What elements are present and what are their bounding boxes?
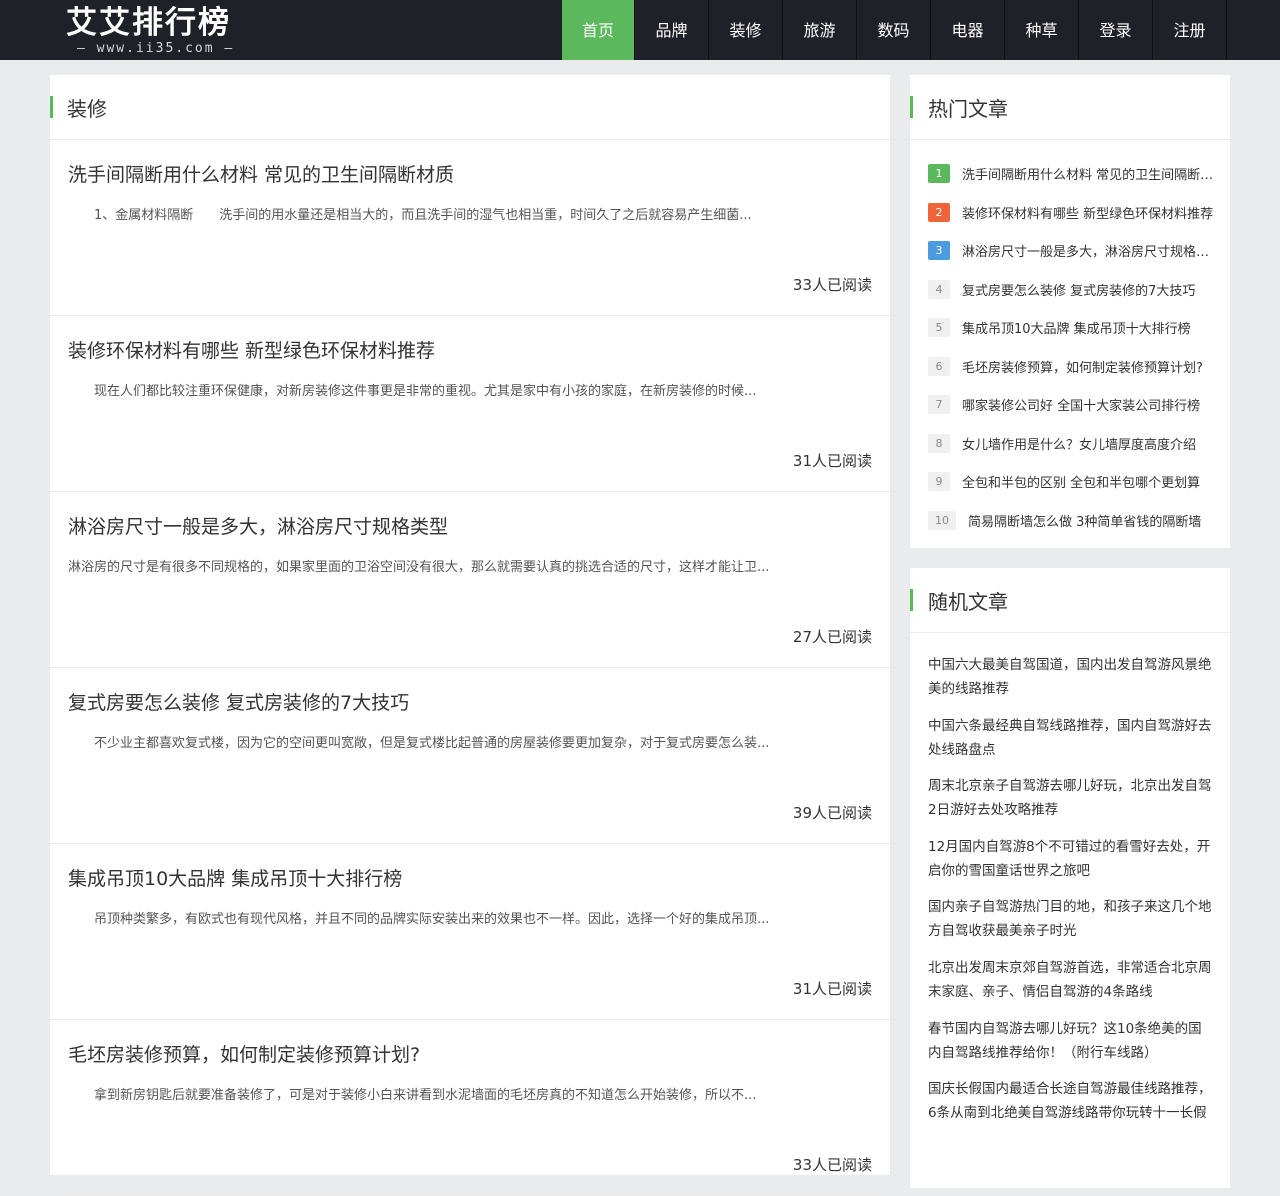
nav-item-recommend[interactable]: 种草 <box>1005 0 1079 60</box>
section-header: 热门文章 <box>910 75 1230 140</box>
main-nav: 首页 品牌 装修 旅游 数码 电器 种草 登录 注册 <box>562 0 1227 60</box>
hot-list-item[interactable]: 1 洗手间隔断用什么材料 常见的卫生间隔断材质 <box>910 154 1230 193</box>
hot-item-link[interactable]: 哪家装修公司好 全国十大家装公司排行榜 <box>962 395 1214 414</box>
hot-section-title: 热门文章 <box>928 97 1008 121</box>
read-count: 33人已阅读 <box>792 1156 872 1174</box>
section-header: 随机文章 <box>910 568 1230 633</box>
nav-item-login[interactable]: 登录 <box>1079 0 1153 60</box>
article-item: 集成吊顶10大品牌 集成吊顶十大排行榜 吊顶种类繁多，有欧式也有现代风格，并且不… <box>50 844 890 1020</box>
nav-item-digital[interactable]: 数码 <box>857 0 931 60</box>
hot-item-link[interactable]: 简易隔断墙怎么做 3种简单省钱的隔断墙 <box>968 511 1214 530</box>
random-item-link[interactable]: 北京出发周末京郊自驾游首选，非常适合北京周末家庭、亲子、情侣自驾游的4条路线 <box>928 956 1212 1004</box>
hot-articles-panel: 热门文章 1 洗手间隔断用什么材料 常见的卫生间隔断材质 2 装修环保材料有哪些… <box>910 75 1230 548</box>
rank-badge: 7 <box>928 395 950 414</box>
hot-list-item[interactable]: 5 集成吊顶10大品牌 集成吊顶十大排行榜 <box>910 308 1230 347</box>
hot-item-link[interactable]: 复式房要怎么装修 复式房装修的7大技巧 <box>962 280 1214 299</box>
read-count: 31人已阅读 <box>792 452 872 470</box>
hot-list-item[interactable]: 2 装修环保材料有哪些 新型绿色环保材料推荐 <box>910 193 1230 232</box>
rank-badge: 8 <box>928 433 950 453</box>
random-item-link[interactable]: 国内亲子自驾游热门目的地，和孩子来这几个地方自驾收获最美亲子时光 <box>928 895 1212 943</box>
section-header: 装修 <box>50 75 890 140</box>
hot-item-link[interactable]: 全包和半包的区别 全包和半包哪个更划算 <box>962 472 1214 491</box>
hot-item-link[interactable]: 装修环保材料有哪些 新型绿色环保材料推荐 <box>962 203 1214 222</box>
article-item: 洗手间隔断用什么材料 常见的卫生间隔断材质 1、金属材料隔断 洗手间的用水量还是… <box>50 140 890 316</box>
article-title-link[interactable]: 洗手间隔断用什么材料 常见的卫生间隔断材质 <box>68 160 454 187</box>
nav-item-brand[interactable]: 品牌 <box>635 0 709 60</box>
random-articles-panel: 随机文章 中国六大最美自驾国道，国内出发自驾游风景绝美的线路推荐 中国六条最经典… <box>910 568 1230 1188</box>
hot-item-link[interactable]: 集成吊顶10大品牌 集成吊顶十大排行榜 <box>962 318 1214 337</box>
rank-badge: 1 <box>928 164 950 183</box>
rank-badge: 9 <box>928 472 950 491</box>
hot-list-item[interactable]: 9 全包和半包的区别 全包和半包哪个更划算 <box>910 462 1230 501</box>
site-logo[interactable]: 艾艾排行榜 — www.ii35.com — <box>66 4 236 58</box>
nav-item-home[interactable]: 首页 <box>562 0 635 60</box>
logo-url: — www.ii35.com — <box>77 41 235 56</box>
read-count: 33人已阅读 <box>792 276 872 294</box>
read-count: 31人已阅读 <box>792 980 872 998</box>
article-list-panel: 装修 洗手间隔断用什么材料 常见的卫生间隔断材质 1、金属材料隔断 洗手间的用水… <box>50 75 890 1196</box>
nav-item-travel[interactable]: 旅游 <box>783 0 857 60</box>
random-section-title: 随机文章 <box>928 590 1008 614</box>
article-title-link[interactable]: 集成吊顶10大品牌 集成吊顶十大排行榜 <box>68 864 402 891</box>
hot-list-item[interactable]: 6 毛坯房装修预算，如何制定装修预算计划? <box>910 347 1230 386</box>
article-summary: 不少业主都喜欢复式楼，因为它的空间更叫宽敞，但是复式楼比起普通的房屋装修要更加复… <box>68 736 770 751</box>
random-item-link[interactable]: 中国六大最美自驾国道，国内出发自驾游风景绝美的线路推荐 <box>928 653 1212 701</box>
article-summary: 淋浴房的尺寸是有很多不同规格的，如果家里面的卫浴空间没有很大，那么就需要认真的挑… <box>68 560 770 575</box>
nav-item-appliance[interactable]: 电器 <box>931 0 1005 60</box>
top-navbar: 艾艾排行榜 — www.ii35.com — 首页 品牌 装修 旅游 数码 电器… <box>0 0 1280 60</box>
article-title-link[interactable]: 复式房要怎么装修 复式房装修的7大技巧 <box>68 688 409 715</box>
random-item-link[interactable]: 12月国内自驾游8个不可错过的看雪好去处，开启你的雪国童话世界之旅吧 <box>928 835 1212 883</box>
article-item: 毛坯房装修预算，如何制定装修预算计划? 拿到新房钥匙后就要准备装修了，可是对于装… <box>50 1020 890 1196</box>
random-item-link[interactable]: 国庆长假国内最适合长途自驾游最佳线路推荐，6条从南到北绝美自驾游线路带你玩转十一… <box>928 1077 1212 1125</box>
article-summary: 拿到新房钥匙后就要准备装修了，可是对于装修小白来讲看到水泥墙面的毛坯房真的不知道… <box>68 1088 757 1103</box>
hot-item-link[interactable]: 女儿墙作用是什么？女儿墙厚度高度介绍 <box>962 434 1214 453</box>
rank-badge: 6 <box>928 356 950 376</box>
rank-badge: 4 <box>928 279 950 299</box>
article-title-link[interactable]: 淋浴房尺寸一般是多大，淋浴房尺寸规格类型 <box>68 512 448 539</box>
random-item-link[interactable]: 周末北京亲子自驾游去哪儿好玩，北京出发自驾2日游好去处攻略推荐 <box>928 774 1212 822</box>
article-item: 装修环保材料有哪些 新型绿色环保材料推荐 现在人们都比较注重环保健康，对新房装修… <box>50 316 890 492</box>
article-title-link[interactable]: 装修环保材料有哪些 新型绿色环保材料推荐 <box>68 336 435 363</box>
nav-item-decoration[interactable]: 装修 <box>709 0 783 60</box>
hot-list-item[interactable]: 3 淋浴房尺寸一般是多大，淋浴房尺寸规格类型 <box>910 231 1230 270</box>
rank-badge: 5 <box>928 318 950 337</box>
article-summary: 1、金属材料隔断 洗手间的用水量还是相当大的，而且洗手间的湿气也相当重，时间久了… <box>68 208 752 223</box>
rank-badge: 2 <box>928 202 950 222</box>
article-title-link[interactable]: 毛坯房装修预算，如何制定装修预算计划? <box>68 1040 420 1067</box>
read-count: 39人已阅读 <box>792 804 872 822</box>
hot-list-item[interactable]: 4 复式房要怎么装修 复式房装修的7大技巧 <box>910 270 1230 309</box>
logo-text: 艾艾排行榜 <box>66 5 231 41</box>
random-item-link[interactable]: 春节国内自驾游去哪儿好玩？这10条绝美的国内自驾路线推荐给你！（附行车线路） <box>928 1017 1212 1065</box>
hot-item-link[interactable]: 洗手间隔断用什么材料 常见的卫生间隔断材质 <box>962 164 1214 183</box>
article-item: 淋浴房尺寸一般是多大，淋浴房尺寸规格类型 淋浴房的尺寸是有很多不同规格的，如果家… <box>50 492 890 668</box>
hot-list-item[interactable]: 10 简易隔断墙怎么做 3种简单省钱的隔断墙 <box>910 501 1230 540</box>
random-list: 中国六大最美自驾国道，国内出发自驾游风景绝美的线路推荐 中国六条最经典自驾线路推… <box>910 633 1230 1125</box>
hot-list: 1 洗手间隔断用什么材料 常见的卫生间隔断材质 2 装修环保材料有哪些 新型绿色… <box>910 140 1230 539</box>
hot-item-link[interactable]: 毛坯房装修预算，如何制定装修预算计划? <box>962 357 1214 376</box>
nav-item-register[interactable]: 注册 <box>1153 0 1227 60</box>
article-summary: 吊顶种类繁多，有欧式也有现代风格，并且不同的品牌实际安装出来的效果也不一样。因此… <box>68 912 770 927</box>
rank-badge: 3 <box>928 241 950 260</box>
article-item: 复式房要怎么装修 复式房装修的7大技巧 不少业主都喜欢复式楼，因为它的空间更叫宽… <box>50 668 890 844</box>
article-summary: 现在人们都比较注重环保健康，对新房装修这件事更是非常的重视。尤其是家中有小孩的家… <box>68 384 757 399</box>
accent-bar <box>910 96 913 118</box>
rank-badge: 10 <box>928 510 956 530</box>
random-item-link[interactable]: 中国六条最经典自驾线路推荐，国内自驾游好去处线路盘点 <box>928 714 1212 762</box>
hot-list-item[interactable]: 8 女儿墙作用是什么？女儿墙厚度高度介绍 <box>910 424 1230 463</box>
accent-bar <box>910 589 913 611</box>
hot-item-link[interactable]: 淋浴房尺寸一般是多大，淋浴房尺寸规格类型 <box>962 241 1214 260</box>
read-count: 27人已阅读 <box>792 628 872 646</box>
section-title: 装修 <box>67 97 107 121</box>
hot-list-item[interactable]: 7 哪家装修公司好 全国十大家装公司排行榜 <box>910 385 1230 424</box>
accent-bar <box>50 96 53 118</box>
